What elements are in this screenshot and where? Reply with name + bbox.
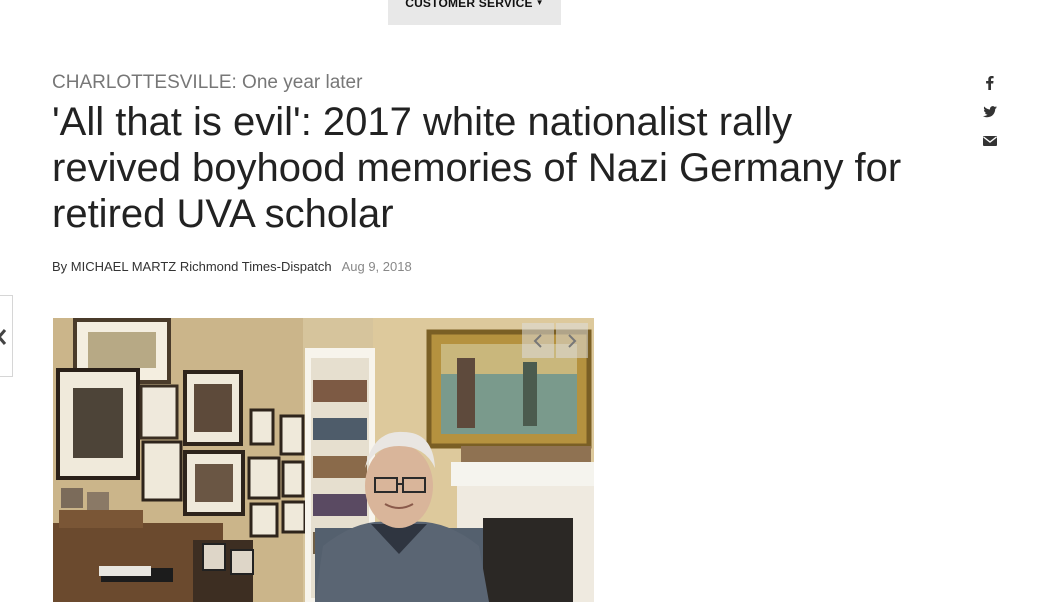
article-page: CUSTOMER SERVICE ▼ CHARLOTTESVILLE: One y… xyxy=(0,0,1040,602)
byline-author[interactable]: By MICHAEL MARTZ Richmond Times-Dispatch xyxy=(52,259,332,274)
photo-scene xyxy=(53,318,594,602)
share-bar xyxy=(981,74,1001,161)
email-icon[interactable] xyxy=(981,132,999,150)
byline: By MICHAEL MARTZ Richmond Times-Dispatch… xyxy=(52,259,412,274)
facebook-icon[interactable] xyxy=(981,74,999,92)
article-photo[interactable] xyxy=(53,318,594,602)
chevron-left-icon xyxy=(533,334,542,348)
customer-service-label: CUSTOMER SERVICE xyxy=(405,0,533,10)
gallery-prev-button[interactable] xyxy=(522,323,554,358)
chevron-right-icon xyxy=(568,334,577,348)
chevron-left-icon xyxy=(0,329,7,345)
gallery-next-button[interactable] xyxy=(556,323,588,358)
caret-down-icon: ▼ xyxy=(535,0,544,7)
twitter-icon[interactable] xyxy=(981,103,999,121)
previous-article-tab[interactable] xyxy=(0,295,13,377)
publish-date: Aug 9, 2018 xyxy=(341,259,412,274)
article-headline: 'All that is evil': 2017 white nationali… xyxy=(52,100,902,236)
article-kicker[interactable]: CHARLOTTESVILLE: One year later xyxy=(52,72,362,94)
customer-service-menu[interactable]: CUSTOMER SERVICE ▼ xyxy=(388,0,561,25)
